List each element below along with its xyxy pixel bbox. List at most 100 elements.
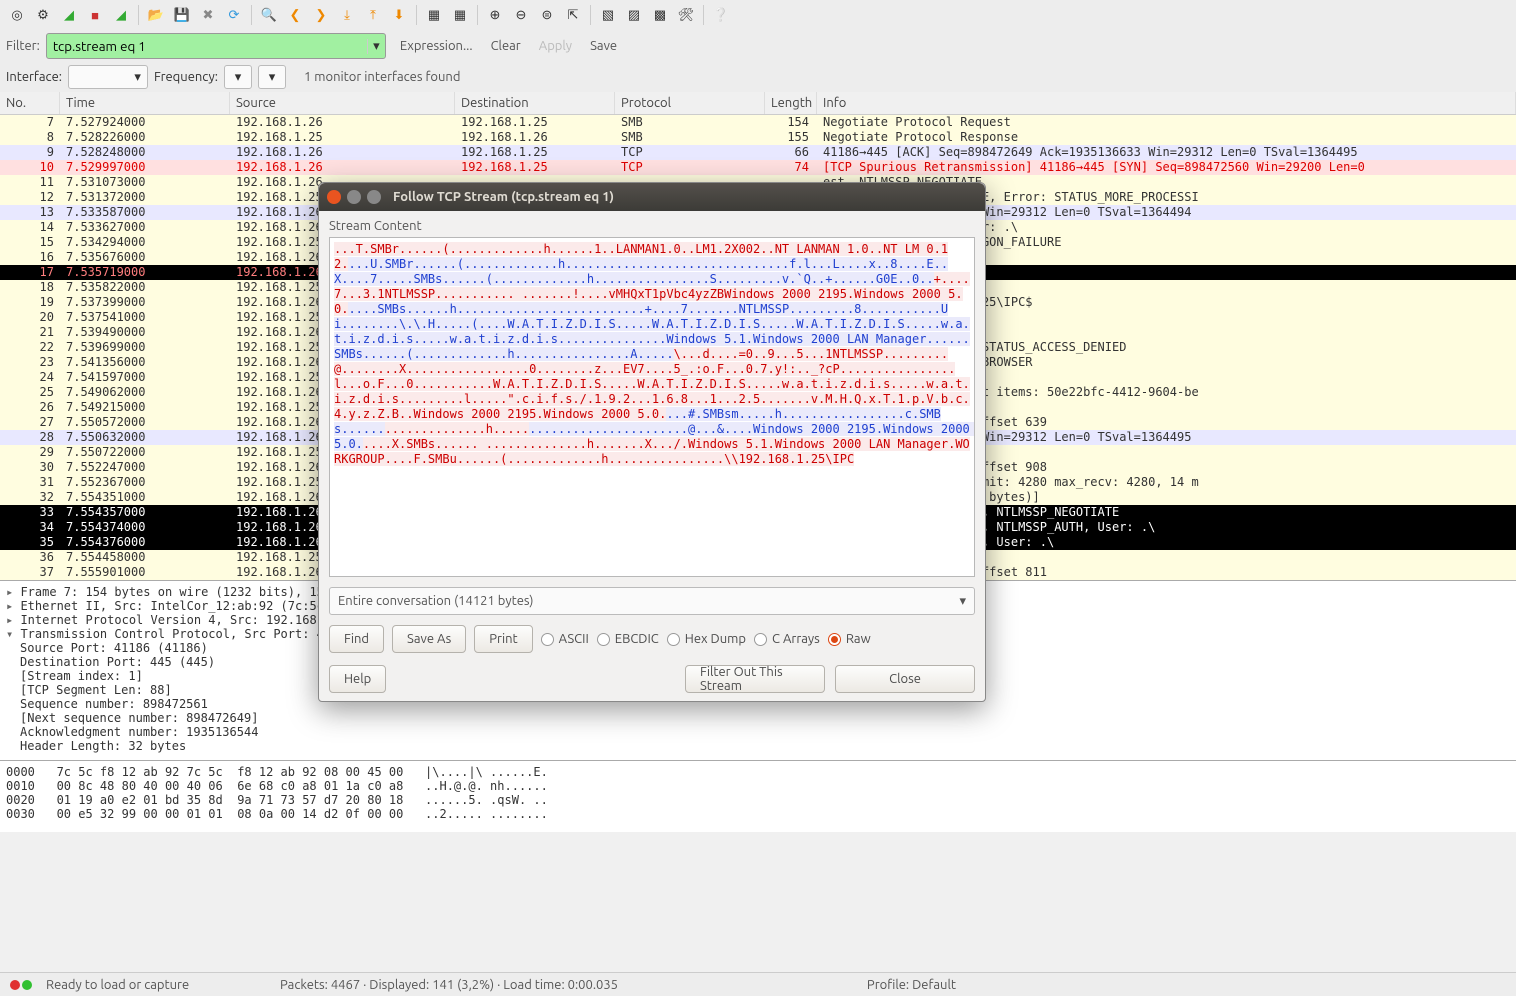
start-capture-icon[interactable]: ◢ [58,4,80,26]
filter-bar: Filter: ▾ Expression... Clear Apply Save [0,30,1516,62]
stop-capture-icon[interactable]: ■ [84,4,106,26]
stream-segment[interactable]: ...F.SMBu......(.............h..........… [392,452,854,466]
options-icon[interactable]: ⚙ [32,4,54,26]
interface-dropdown[interactable]: ▾ [68,65,148,89]
clear-link[interactable]: Clear [491,39,521,53]
interface-bar: Interface: ▾ Frequency: ▾ ▾ 1 monitor in… [0,62,1516,92]
packet-row[interactable]: 97.528248000192.168.1.26192.168.1.25TCP6… [0,145,1516,160]
dialog-footer: Help Filter Out This Stream Close [329,665,975,693]
separator [590,5,591,25]
status-ready: Ready to load or capture [46,978,189,992]
separator [703,5,704,25]
save-file-icon[interactable]: 💾 [171,4,193,26]
dialog-titlebar[interactable]: Follow TCP Stream (tcp.stream eq 1) [319,183,985,211]
col-len[interactable]: Length [765,92,817,114]
packet-row[interactable]: 77.527924000192.168.1.26192.168.1.25SMB1… [0,115,1516,130]
open-file-icon[interactable]: 📂 [145,4,167,26]
conversation-dropdown[interactable]: Entire conversation (14121 bytes) ▾ [329,587,975,615]
packet-row[interactable]: 107.529997000192.168.1.26192.168.1.25TCP… [0,160,1516,175]
resize-cols-icon[interactable]: ⇱ [562,4,584,26]
coloring-rules-icon[interactable]: ▩ [649,4,671,26]
window-close-icon[interactable] [327,190,341,204]
save-link[interactable]: Save [590,39,617,53]
radio-ascii-label: ASCII [559,632,589,646]
stream-segment[interactable]: ..... [609,302,645,316]
preferences-icon[interactable]: 🛠 [675,4,697,26]
detail-line[interactable]: Acknowledgment number: 1935136544 [0,725,1516,739]
col-time[interactable]: Time [60,92,230,114]
radio-raw[interactable]: Raw [828,632,871,646]
help-icon[interactable]: ❔ [710,4,732,26]
filter-label: Filter: [6,39,40,53]
frequency-dropdown-2[interactable]: ▾ [258,65,286,89]
stream-segment[interactable]: ....SMBs......h..................... [348,302,608,316]
reload-icon[interactable]: ⟳ [223,4,245,26]
close-file-icon[interactable]: ✖ [197,4,219,26]
jump-first-icon[interactable]: ⤒ [362,4,384,26]
frequency-dropdown-1[interactable]: ▾ [224,65,252,89]
save-as-button[interactable]: Save As [392,625,466,653]
frequency-label: Frequency: [154,70,218,84]
col-no[interactable]: No. [0,92,60,114]
jump-last-icon[interactable]: ⤓ [336,4,358,26]
stream-segment[interactable]: +....7.. [645,302,703,316]
stream-segment[interactable]: ...U.SMBr......(.............h...... [348,257,608,271]
capture-filters-icon[interactable]: ▧ [597,4,619,26]
radio-ebcdic-label: EBCDIC [615,632,659,646]
radio-carrays[interactable]: C Arrays [754,632,820,646]
expression-link[interactable]: Expression... [400,39,473,53]
conversation-value: Entire conversation (14121 bytes) [338,594,533,608]
filter-input-wrap[interactable]: ▾ [46,33,386,59]
radio-hexdump[interactable]: Hex Dump [667,632,746,646]
dialog-body: Stream Content ...T.SMBr......(.........… [319,211,985,701]
display-filters-icon[interactable]: ▨ [623,4,645,26]
prev-icon[interactable]: ❮ [284,4,306,26]
dialog-title: Follow TCP Stream (tcp.stream eq 1) [393,190,614,204]
separator [138,5,139,25]
window-minimize-icon[interactable] [347,190,361,204]
window-maximize-icon[interactable] [367,190,381,204]
zoom-in-icon[interactable]: ⊕ [484,4,506,26]
filter-out-button[interactable]: Filter Out This Stream [685,665,825,693]
stream-content[interactable]: ...T.SMBr......(.............h......1..L… [329,237,975,577]
colorize-icon[interactable]: ▦ [423,4,445,26]
stream-content-label: Stream Content [329,219,975,233]
packet-row[interactable]: 87.528226000192.168.1.25192.168.1.26SMB1… [0,130,1516,145]
col-dst[interactable]: Destination [455,92,615,114]
detail-line[interactable]: [Next sequence number: 898472649] [0,711,1516,725]
zoom-out-icon[interactable]: ⊖ [510,4,532,26]
radio-ebcdic[interactable]: EBCDIC [597,632,659,646]
restart-capture-icon[interactable]: ◢ [110,4,132,26]
statusbar: Ready to load or capture Packets: 4467 ·… [0,972,1516,996]
status-profile[interactable]: Profile: Default [867,978,956,992]
zoom-reset-icon[interactable]: ⊜ [536,4,558,26]
autoscroll-icon[interactable]: ⬇ [388,4,410,26]
find-button[interactable]: Find [329,625,384,653]
stream-segment[interactable]: ..............h..... [385,422,530,436]
dialog-action-row: Find Save As Print ASCII EBCDIC Hex Dump… [329,625,975,653]
interfaces-icon[interactable]: ◎ [6,4,28,26]
col-proto[interactable]: Protocol [615,92,765,114]
filter-input[interactable] [47,39,367,54]
print-button[interactable]: Print [474,625,532,653]
packet-header: No. Time Source Destination Protocol Len… [0,92,1516,115]
autoscroll-live-icon[interactable]: ▦ [449,4,471,26]
close-button[interactable]: Close [835,665,975,693]
packet-bytes[interactable]: 0000 7c 5c f8 12 ab 92 7c 5c f8 12 ab 92… [0,760,1516,832]
find-icon[interactable]: 🔍 [258,4,280,26]
apply-link[interactable]: Apply [539,39,572,53]
col-info[interactable]: Info [817,92,1516,114]
detail-line[interactable]: Header Length: 32 bytes [0,739,1516,753]
capture-state-icon[interactable] [22,980,32,990]
help-button[interactable]: Help [329,665,386,693]
separator [477,5,478,25]
main-toolbar: ◎ ⚙ ◢ ■ ◢ 📂 💾 ✖ ⟳ 🔍 ❮ ❯ ⤓ ⤒ ⬇ ▦ ▦ ⊕ ⊖ ⊜ … [0,0,1516,30]
radio-ascii[interactable]: ASCII [541,632,589,646]
radio-raw-label: Raw [846,632,871,646]
col-src[interactable]: Source [230,92,455,114]
separator [416,5,417,25]
expert-info-icon[interactable] [10,980,20,990]
next-icon[interactable]: ❯ [310,4,332,26]
filter-dropdown-icon[interactable]: ▾ [367,39,385,54]
interface-label: Interface: [6,70,62,84]
